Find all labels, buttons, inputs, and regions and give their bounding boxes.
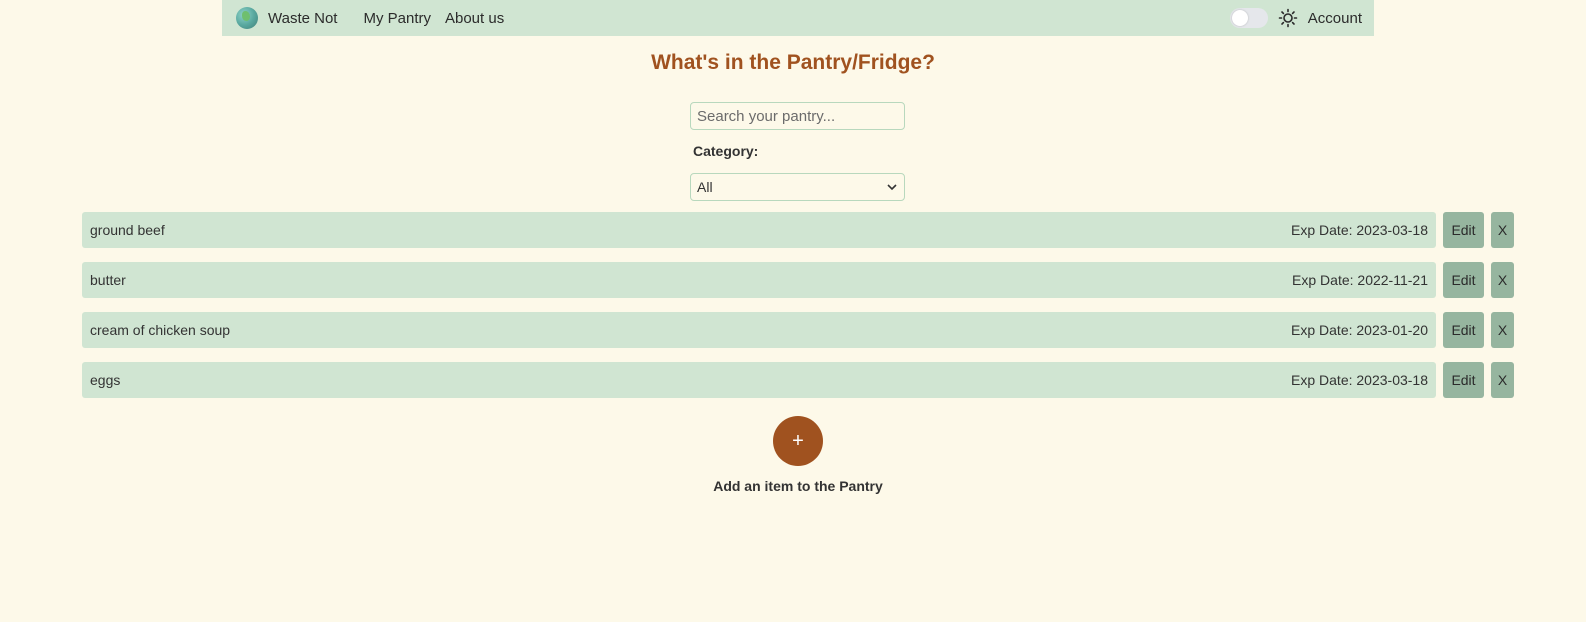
pantry-item: ground beef Exp Date: 2023-03-18 bbox=[82, 212, 1436, 248]
item-name: eggs bbox=[90, 372, 121, 388]
nav-link-about-us[interactable]: About us bbox=[445, 10, 504, 27]
delete-button[interactable]: X bbox=[1491, 262, 1514, 298]
item-exp-date: Exp Date: 2023-01-20 bbox=[1291, 322, 1428, 338]
pantry-item: cream of chicken soup Exp Date: 2023-01-… bbox=[82, 312, 1436, 348]
nav-links: My Pantry About us bbox=[363, 10, 504, 27]
edit-button[interactable]: Edit bbox=[1443, 312, 1484, 348]
brand-name[interactable]: Waste Not bbox=[268, 10, 337, 27]
add-item-button[interactable]: + bbox=[773, 416, 823, 466]
list-item: eggs Exp Date: 2023-03-18 Edit X bbox=[82, 362, 1514, 398]
item-name: butter bbox=[90, 272, 126, 288]
account-link[interactable]: Account bbox=[1308, 10, 1362, 27]
brand[interactable]: Waste Not bbox=[236, 7, 337, 29]
nav-right: Account bbox=[1229, 8, 1362, 28]
search-input[interactable] bbox=[690, 102, 905, 130]
item-name: cream of chicken soup bbox=[90, 322, 231, 338]
toggle-knob bbox=[1231, 10, 1248, 26]
list-item: cream of chicken soup Exp Date: 2023-01-… bbox=[82, 312, 1514, 348]
nav-link-my-pantry[interactable]: My Pantry bbox=[363, 10, 431, 27]
category-label: Category: bbox=[693, 143, 759, 159]
sun-icon bbox=[1278, 8, 1298, 28]
delete-button[interactable]: X bbox=[1491, 362, 1514, 398]
category-selected-value: All bbox=[697, 179, 713, 195]
item-exp-date: Exp Date: 2023-03-18 bbox=[1291, 222, 1428, 238]
delete-button[interactable]: X bbox=[1491, 312, 1514, 348]
add-item-label: Add an item to the Pantry bbox=[713, 478, 883, 494]
globe-icon bbox=[236, 7, 258, 29]
category-select[interactable]: All bbox=[690, 173, 905, 201]
chevron-down-icon bbox=[887, 184, 897, 191]
navbar: Waste Not My Pantry About us Account bbox=[222, 0, 1374, 36]
pantry-item: eggs Exp Date: 2023-03-18 bbox=[82, 362, 1436, 398]
item-exp-date: Exp Date: 2023-03-18 bbox=[1291, 372, 1428, 388]
edit-button[interactable]: Edit bbox=[1443, 262, 1484, 298]
pantry-list: ground beef Exp Date: 2023-03-18 Edit X … bbox=[82, 212, 1514, 412]
list-item: butter Exp Date: 2022-11-21 Edit X bbox=[82, 262, 1514, 298]
edit-button[interactable]: Edit bbox=[1443, 212, 1484, 248]
page-title: What's in the Pantry/Fridge? bbox=[651, 51, 935, 74]
plus-icon: + bbox=[792, 429, 804, 452]
pantry-item: butter Exp Date: 2022-11-21 bbox=[82, 262, 1436, 298]
edit-button[interactable]: Edit bbox=[1443, 362, 1484, 398]
theme-toggle[interactable] bbox=[1229, 8, 1268, 28]
item-name: ground beef bbox=[90, 222, 165, 238]
item-exp-date: Exp Date: 2022-11-21 bbox=[1292, 272, 1428, 288]
list-item: ground beef Exp Date: 2023-03-18 Edit X bbox=[82, 212, 1514, 248]
delete-button[interactable]: X bbox=[1491, 212, 1514, 248]
